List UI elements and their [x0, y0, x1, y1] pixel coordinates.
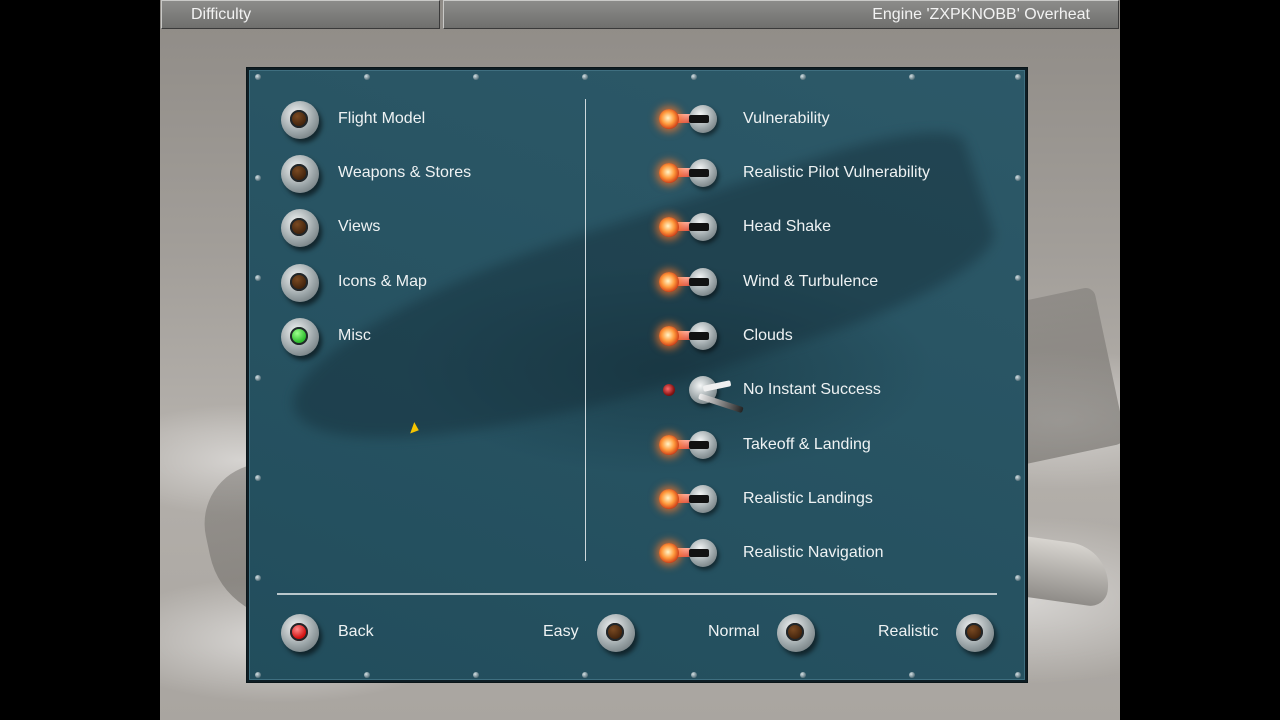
rivet-icon	[1015, 575, 1021, 581]
rivet-icon	[473, 672, 479, 678]
rivet-icon	[800, 74, 806, 80]
menu-item-misc[interactable]: Misc	[338, 326, 371, 346]
option-no-instant-success: No Instant Success	[743, 381, 881, 398]
vulnerability-toggle[interactable]	[659, 102, 723, 136]
menu-item-views[interactable]: Views	[338, 217, 380, 237]
screen-title-bar: Difficulty	[161, 0, 440, 29]
rivet-icon	[255, 575, 261, 581]
icons-map-knob-button[interactable]	[281, 264, 319, 302]
realistic-pilot-vulnerability-toggle[interactable]	[659, 156, 723, 190]
rivet-icon	[255, 475, 261, 481]
option-vulnerability: Vulnerability	[743, 110, 830, 127]
option-head-shake: Head Shake	[743, 218, 832, 235]
rivet-icon	[800, 672, 806, 678]
rivet-icon	[255, 74, 261, 80]
misc-knob-button[interactable]	[281, 318, 319, 356]
rivet-icon	[691, 74, 697, 80]
indicator-lamp-icon	[659, 489, 679, 509]
rivet-icon	[1015, 74, 1021, 80]
option-wind-turbulence: Wind & Turbulence	[743, 273, 879, 290]
takeoff-landing-toggle[interactable]	[659, 428, 723, 462]
rivet-icon	[691, 672, 697, 678]
indicator-lamp-icon	[659, 163, 679, 183]
realistic-preset-knob-button[interactable]	[956, 614, 994, 652]
rivet-icon	[582, 672, 588, 678]
rivet-icon	[255, 672, 261, 678]
menu-item-flight-model[interactable]: Flight Model	[338, 109, 425, 129]
rivet-icon	[1015, 175, 1021, 181]
indicator-lamp-icon	[659, 272, 679, 292]
weapons-stores-knob-button[interactable]	[281, 155, 319, 193]
indicator-lamp-icon	[659, 543, 679, 563]
option-realistic-pilot-vulnerability: Realistic Pilot Vulnerability	[743, 164, 931, 181]
rivet-icon	[1015, 672, 1021, 678]
rivet-icon	[1015, 475, 1021, 481]
rivet-icon	[473, 74, 479, 80]
flight-model-knob-button[interactable]	[281, 101, 319, 139]
option-realistic-navigation: Realistic Navigation	[743, 544, 884, 561]
rivet-icon	[582, 74, 588, 80]
rivet-icon	[364, 74, 370, 80]
easy-label[interactable]: Easy	[543, 622, 579, 642]
rivet-icon	[1015, 375, 1021, 381]
option-clouds: Clouds	[743, 327, 793, 344]
footer-divider	[277, 593, 997, 595]
realistic-navigation-toggle[interactable]	[659, 536, 723, 570]
indicator-lamp-off-icon	[663, 384, 675, 396]
no-instant-success-toggle[interactable]	[659, 373, 744, 414]
head-shake-toggle[interactable]	[659, 210, 723, 244]
rivet-icon	[364, 672, 370, 678]
indicator-lamp-icon	[659, 217, 679, 237]
difficulty-panel: Flight Model Weapons & Stores Views Icon…	[247, 68, 1027, 682]
indicator-lamp-icon	[659, 326, 679, 346]
normal-preset-knob-button[interactable]	[777, 614, 815, 652]
rivet-icon	[255, 175, 261, 181]
screen-title: Difficulty	[191, 6, 252, 23]
rivet-icon	[255, 275, 261, 281]
rivet-icon	[909, 672, 915, 678]
realistic-landings-toggle[interactable]	[659, 482, 723, 516]
easy-preset-knob-button[interactable]	[597, 614, 635, 652]
status-message: Engine 'ZXPKNOBB' Overheat	[872, 6, 1090, 23]
status-bar: Engine 'ZXPKNOBB' Overheat	[443, 0, 1119, 29]
wind-turbulence-toggle[interactable]	[659, 265, 723, 299]
menu-item-icons-map[interactable]: Icons & Map	[338, 272, 427, 292]
views-knob-button[interactable]	[281, 209, 319, 247]
rivet-icon	[255, 375, 261, 381]
column-divider	[585, 99, 586, 561]
menu-item-weapons-stores[interactable]: Weapons & Stores	[338, 163, 471, 183]
rivet-icon	[1015, 275, 1021, 281]
realistic-label[interactable]: Realistic	[878, 622, 938, 642]
option-takeoff-landing: Takeoff & Landing	[743, 436, 871, 453]
clouds-toggle[interactable]	[659, 319, 723, 353]
normal-label[interactable]: Normal	[708, 622, 760, 642]
indicator-lamp-icon	[659, 435, 679, 455]
indicator-lamp-icon	[659, 109, 679, 129]
back-label[interactable]: Back	[338, 622, 374, 642]
rivet-icon	[909, 74, 915, 80]
back-knob-button[interactable]	[281, 614, 319, 652]
option-realistic-landings: Realistic Landings	[743, 490, 873, 507]
